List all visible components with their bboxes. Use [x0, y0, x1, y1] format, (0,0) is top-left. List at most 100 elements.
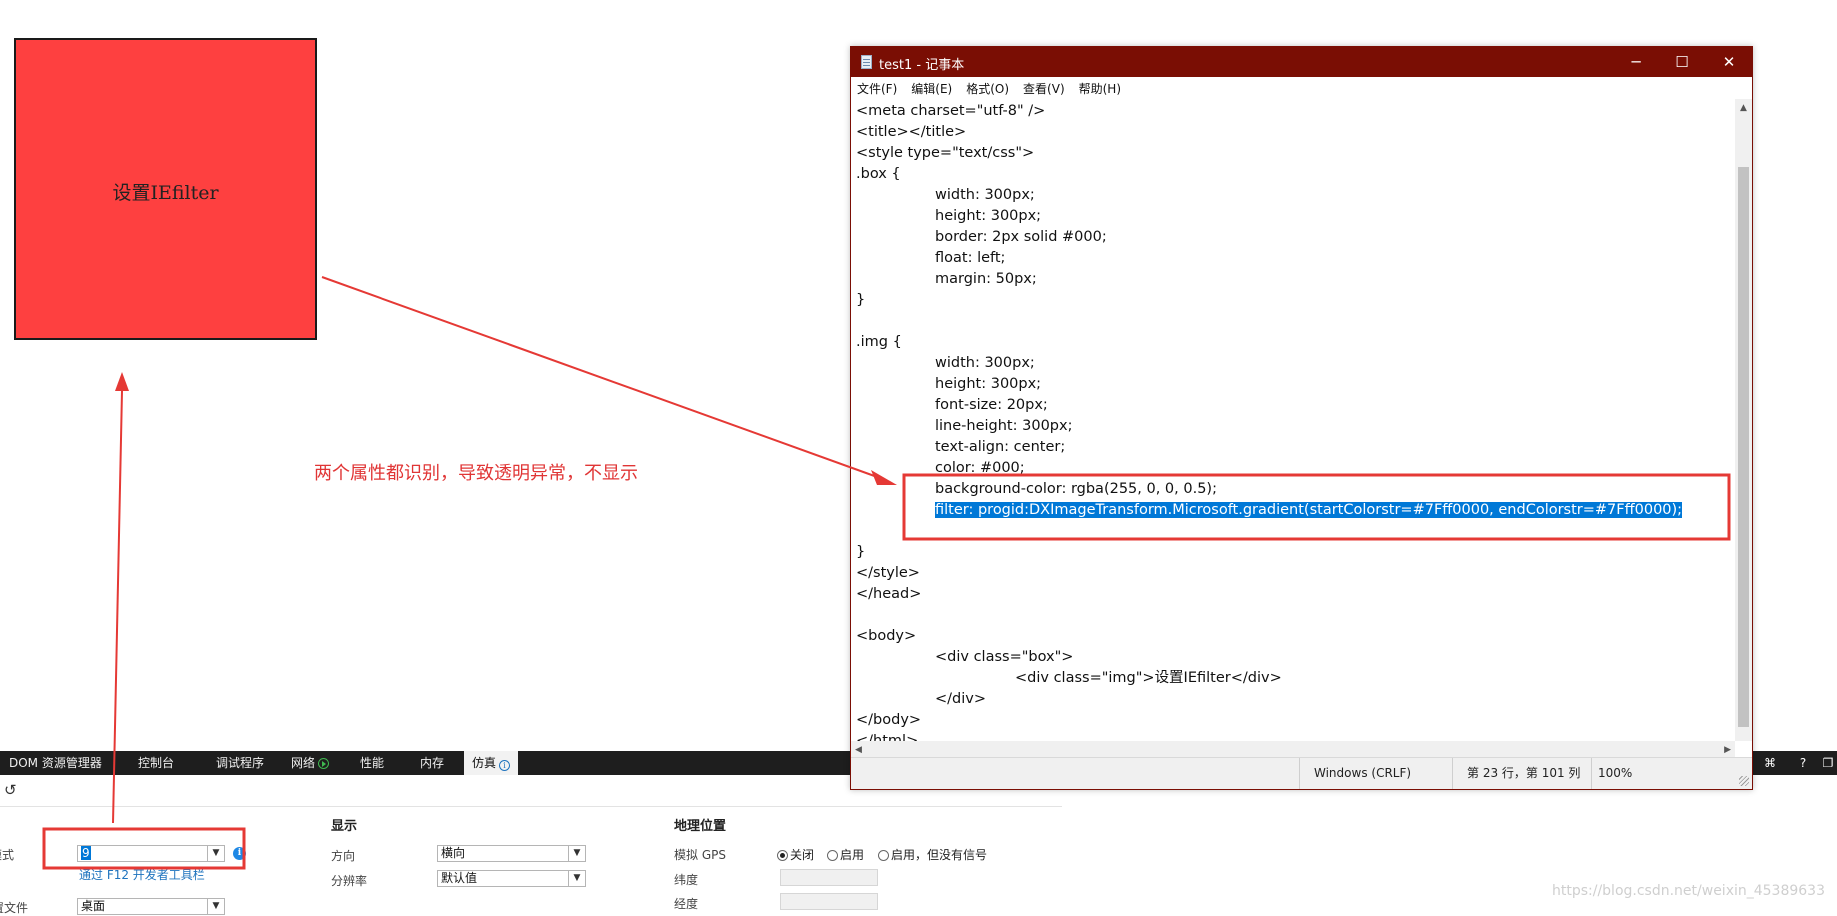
- code-line: .box {: [856, 166, 901, 182]
- gps-off-radio[interactable]: 关闭: [777, 846, 814, 863]
- code-line: margin: 50px;: [935, 271, 1037, 287]
- code-line: font-size: 20px;: [935, 397, 1048, 413]
- box-text: 设置IEfilter: [112, 182, 219, 204]
- code-line: <style type="text/css">: [856, 145, 1035, 161]
- document-mode-value: 9: [81, 846, 91, 860]
- tab-emulation-label: 仿真: [472, 756, 497, 770]
- code-line: text-align: center;: [935, 439, 1066, 455]
- reset-icon[interactable]: ↺: [4, 781, 17, 799]
- code-line: }: [856, 292, 866, 308]
- document-mode-select[interactable]: 9 ▼: [77, 845, 225, 862]
- resolution-value: 默认值: [441, 871, 478, 885]
- code-line: height: 300px;: [935, 376, 1042, 392]
- gps-on-radio[interactable]: 启用: [827, 846, 864, 863]
- menu-file[interactable]: 文件(F): [857, 80, 897, 97]
- undock-icon[interactable]: ❐: [1820, 755, 1836, 771]
- notepad-titlebar[interactable]: test1 - 记事本 ─ ☐ ✕: [851, 47, 1752, 77]
- vertical-scrollbar[interactable]: ▲: [1735, 99, 1752, 741]
- red-box-preview: 设置IEfilter: [14, 38, 317, 340]
- profile-select[interactable]: 桌面 ▼: [77, 898, 225, 915]
- menu-edit[interactable]: 编辑(E): [911, 80, 952, 97]
- code-line: </head>: [856, 586, 922, 602]
- code-line: <body>: [856, 628, 917, 644]
- close-button[interactable]: ✕: [1706, 47, 1752, 77]
- code-line: width: 300px;: [935, 187, 1035, 203]
- orientation-label: 方向: [331, 849, 356, 863]
- tab-console[interactable]: 控制台: [138, 751, 174, 775]
- status-zoom: 100%: [1591, 758, 1731, 789]
- code-line: background-color: rgba(255, 0, 0, 0.5);: [935, 481, 1217, 497]
- code-line: </body>: [856, 712, 922, 728]
- status-eol: Windows (CRLF): [1299, 758, 1452, 789]
- chevron-down-icon: ▼: [207, 899, 224, 914]
- scroll-right-icon[interactable]: ▶: [1724, 745, 1731, 755]
- notepad-app-icon: [861, 55, 872, 69]
- minimize-button[interactable]: ─: [1613, 47, 1659, 77]
- code-line: height: 300px;: [935, 208, 1042, 224]
- latitude-label: 纬度: [674, 873, 699, 887]
- tab-performance[interactable]: 性能: [360, 751, 384, 775]
- code-line: </div>: [935, 691, 986, 707]
- menu-format[interactable]: 格式(O): [966, 80, 1009, 97]
- menu-view[interactable]: 查看(V): [1023, 80, 1065, 97]
- tab-debugger[interactable]: 调试程序: [216, 751, 264, 775]
- scroll-thumb[interactable]: [1738, 167, 1749, 727]
- tab-dom-explorer[interactable]: DOM 资源管理器: [9, 751, 102, 775]
- tab-network[interactable]: 网络: [291, 751, 330, 775]
- code-line: border: 2px solid #000;: [935, 229, 1107, 245]
- radio-icon: [878, 850, 889, 861]
- devtools-hint-link[interactable]: 通过 F12 开发者工具栏: [79, 866, 205, 883]
- watermark: https://blog.csdn.net/weixin_45389633: [1551, 883, 1825, 899]
- status-bar: Windows (CRLF) 第 23 行，第 101 列 100%: [851, 757, 1752, 789]
- orientation-select[interactable]: 横向 ▼: [437, 845, 586, 862]
- latitude-input: [780, 869, 878, 886]
- code-line: .img {: [856, 334, 902, 350]
- code-line: }: [856, 544, 866, 560]
- arrowhead-up-icon: [115, 372, 129, 391]
- gps-nosignal-label: 启用，但没有信号: [891, 848, 988, 862]
- chevron-down-icon: ▼: [207, 846, 224, 861]
- play-icon: [318, 758, 330, 769]
- radio-icon: [827, 850, 838, 861]
- info-icon: i: [499, 760, 511, 771]
- code-line: <title></title>: [856, 124, 967, 140]
- gps-on-label: 启用: [840, 848, 865, 862]
- code-line: color: #000;: [935, 460, 1025, 476]
- tab-memory[interactable]: 内存: [420, 751, 444, 775]
- profile-label: 配置文件: [0, 901, 29, 915]
- code-line: width: 300px;: [935, 355, 1035, 371]
- code-line: <meta charset="utf-8" />: [856, 103, 1046, 119]
- gps-label: 模拟 GPS: [674, 848, 726, 862]
- tab-emulation[interactable]: 仿真 i: [464, 751, 519, 775]
- tab-network-label: 网络: [291, 756, 316, 770]
- code-line: <div class="img">设置IEfilter</div>: [1015, 670, 1282, 686]
- status-position: 第 23 行，第 101 列: [1452, 758, 1591, 789]
- longitude-input: [780, 893, 878, 910]
- window-title: test1 - 记事本: [879, 58, 965, 73]
- menu-bar: 文件(F) 编辑(E) 格式(O) 查看(V) 帮助(H): [851, 77, 1752, 99]
- help-icon[interactable]: ?: [1795, 755, 1811, 771]
- console-toggle-icon[interactable]: ⌘: [1762, 755, 1778, 771]
- gps-nosignal-radio[interactable]: 启用，但没有信号: [878, 846, 987, 863]
- resize-grip-icon[interactable]: [1739, 776, 1749, 786]
- mode-label: 模式: [0, 848, 15, 862]
- profile-value: 桌面: [81, 899, 106, 913]
- maximize-button[interactable]: ☐: [1659, 47, 1705, 77]
- code-line: </style>: [856, 565, 920, 581]
- longitude-label: 经度: [674, 897, 699, 911]
- resolution-label: 分辨率: [331, 874, 368, 888]
- chevron-down-icon: ▼: [568, 846, 585, 861]
- resolution-select[interactable]: 默认值 ▼: [437, 870, 586, 887]
- geolocation-heading: 地理位置: [674, 819, 727, 834]
- annotation-text: 两个属性都识别，导致透明异常，不显示: [314, 463, 638, 484]
- text-area[interactable]: <meta charset="utf-8" /> <title></title>…: [851, 99, 1734, 758]
- info-icon[interactable]: i: [233, 847, 246, 860]
- scroll-left-icon[interactable]: ◀: [855, 745, 862, 755]
- notepad-window[interactable]: test1 - 记事本 ─ ☐ ✕ 文件(F) 编辑(E) 格式(O) 查看(V…: [850, 46, 1753, 790]
- horizontal-scrollbar[interactable]: ◀ ▶: [851, 741, 1735, 758]
- arrow-line-right: [321, 276, 881, 479]
- menu-help[interactable]: 帮助(H): [1079, 80, 1121, 97]
- chevron-down-icon: ▼: [568, 871, 585, 886]
- scroll-up-icon[interactable]: ▲: [1735, 99, 1752, 116]
- orientation-value: 横向: [441, 846, 466, 860]
